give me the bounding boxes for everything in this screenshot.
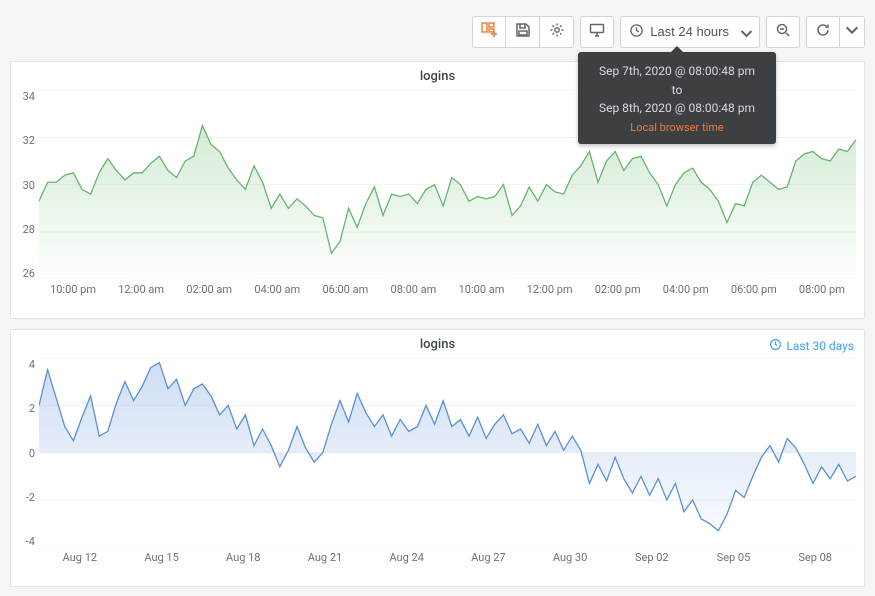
axis-tick: 04:00 pm [652,283,720,296]
clock-icon [769,338,782,354]
refresh-icon [815,22,831,41]
display-icon [589,22,605,41]
axis-tick: 2 [29,402,35,415]
plot[interactable]: Aug 12Aug 15Aug 18Aug 21Aug 24Aug 27Aug … [39,358,856,564]
axis-tick: 10:00 pm [39,283,107,296]
clock-icon [629,23,644,41]
add-panel-icon [481,22,497,41]
add-panel-button[interactable] [472,16,506,48]
chevron-down-icon [739,26,751,38]
axis-tick: 12:00 pm [516,283,584,296]
axis-tick: 26 [23,267,35,280]
toolbar-group-main [472,16,574,48]
chart-area[interactable]: 420-2-4 Aug 12Aug 15Aug 18Aug 21Aug 24Au… [11,352,864,572]
gear-icon [549,22,565,41]
axis-tick: 4 [29,358,35,371]
axis-tick: Aug 15 [121,551,203,564]
settings-button[interactable] [540,16,574,48]
axis-tick: -2 [26,491,35,504]
axis-tick: 02:00 am [175,283,243,296]
axis-tick: 12:00 am [107,283,175,296]
time-range-tooltip: Sep 7th, 2020 @ 08:00:48 pm to Sep 8th, … [578,52,776,144]
save-icon [515,22,531,41]
chevron-down-icon [844,22,860,41]
axis-tick: 10:00 am [447,283,515,296]
axis-tick: 30 [23,179,35,192]
axis-tick: Aug 24 [366,551,448,564]
time-range-label: Last 24 hours [650,24,729,39]
zoom-out-button[interactable] [766,16,800,48]
axis-tick: 06:00 pm [720,283,788,296]
axis-tick: Aug 21 [284,551,366,564]
x-axis: 10:00 pm12:00 am02:00 am04:00 am06:00 am… [39,279,856,296]
axis-tick: 32 [23,134,35,147]
axis-tick: Sep 02 [611,551,693,564]
axis-tick: Aug 27 [448,551,530,564]
refresh-group [806,16,865,48]
y-axis: 4 2 0 -2 -4 [13,358,39,548]
axis-tick: Aug 30 [529,551,611,564]
tooltip-sep: to [588,81,766,100]
panel-title: logins [11,330,864,352]
axis-tick: 08:00 am [379,283,447,296]
axis-tick: Sep 05 [693,551,775,564]
tooltip-to: Sep 8th, 2020 @ 08:00:48 pm [588,99,766,118]
zoom-out-icon [775,22,791,41]
axis-tick: 34 [23,90,35,103]
axis-tick: Sep 08 [774,551,856,564]
dashboard-toolbar: Last 24 hours [0,0,875,51]
axis-tick: 28 [23,223,35,236]
panel-logins-30d: logins Last 30 days 4 2 0 -2 -4 Aug 12Aug 15… [10,329,865,587]
axis-tick: 06:00 am [311,283,379,296]
panel-time-badge-label: Last 30 days [786,339,854,353]
refresh-button[interactable] [806,16,840,48]
tooltip-tz-link[interactable]: Local browser time [630,121,723,134]
axis-tick: Aug 12 [39,551,121,564]
refresh-interval-button[interactable] [840,16,865,48]
y-axis: 34 32 30 28 26 [13,90,39,280]
axis-tick: Aug 18 [202,551,284,564]
display-mode-button[interactable] [580,16,614,48]
panel-time-badge[interactable]: Last 30 days [769,338,854,354]
time-range-picker[interactable]: Last 24 hours [620,16,760,48]
axis-tick: 04:00 am [243,283,311,296]
axis-tick: 08:00 pm [788,283,856,296]
axis-tick: 0 [29,447,35,460]
x-axis: Aug 12Aug 15Aug 18Aug 21Aug 24Aug 27Aug … [39,547,856,564]
axis-tick: -4 [26,535,35,548]
tooltip-from: Sep 7th, 2020 @ 08:00:48 pm [588,62,766,81]
save-button[interactable] [506,16,540,48]
axis-tick: 02:00 pm [584,283,652,296]
